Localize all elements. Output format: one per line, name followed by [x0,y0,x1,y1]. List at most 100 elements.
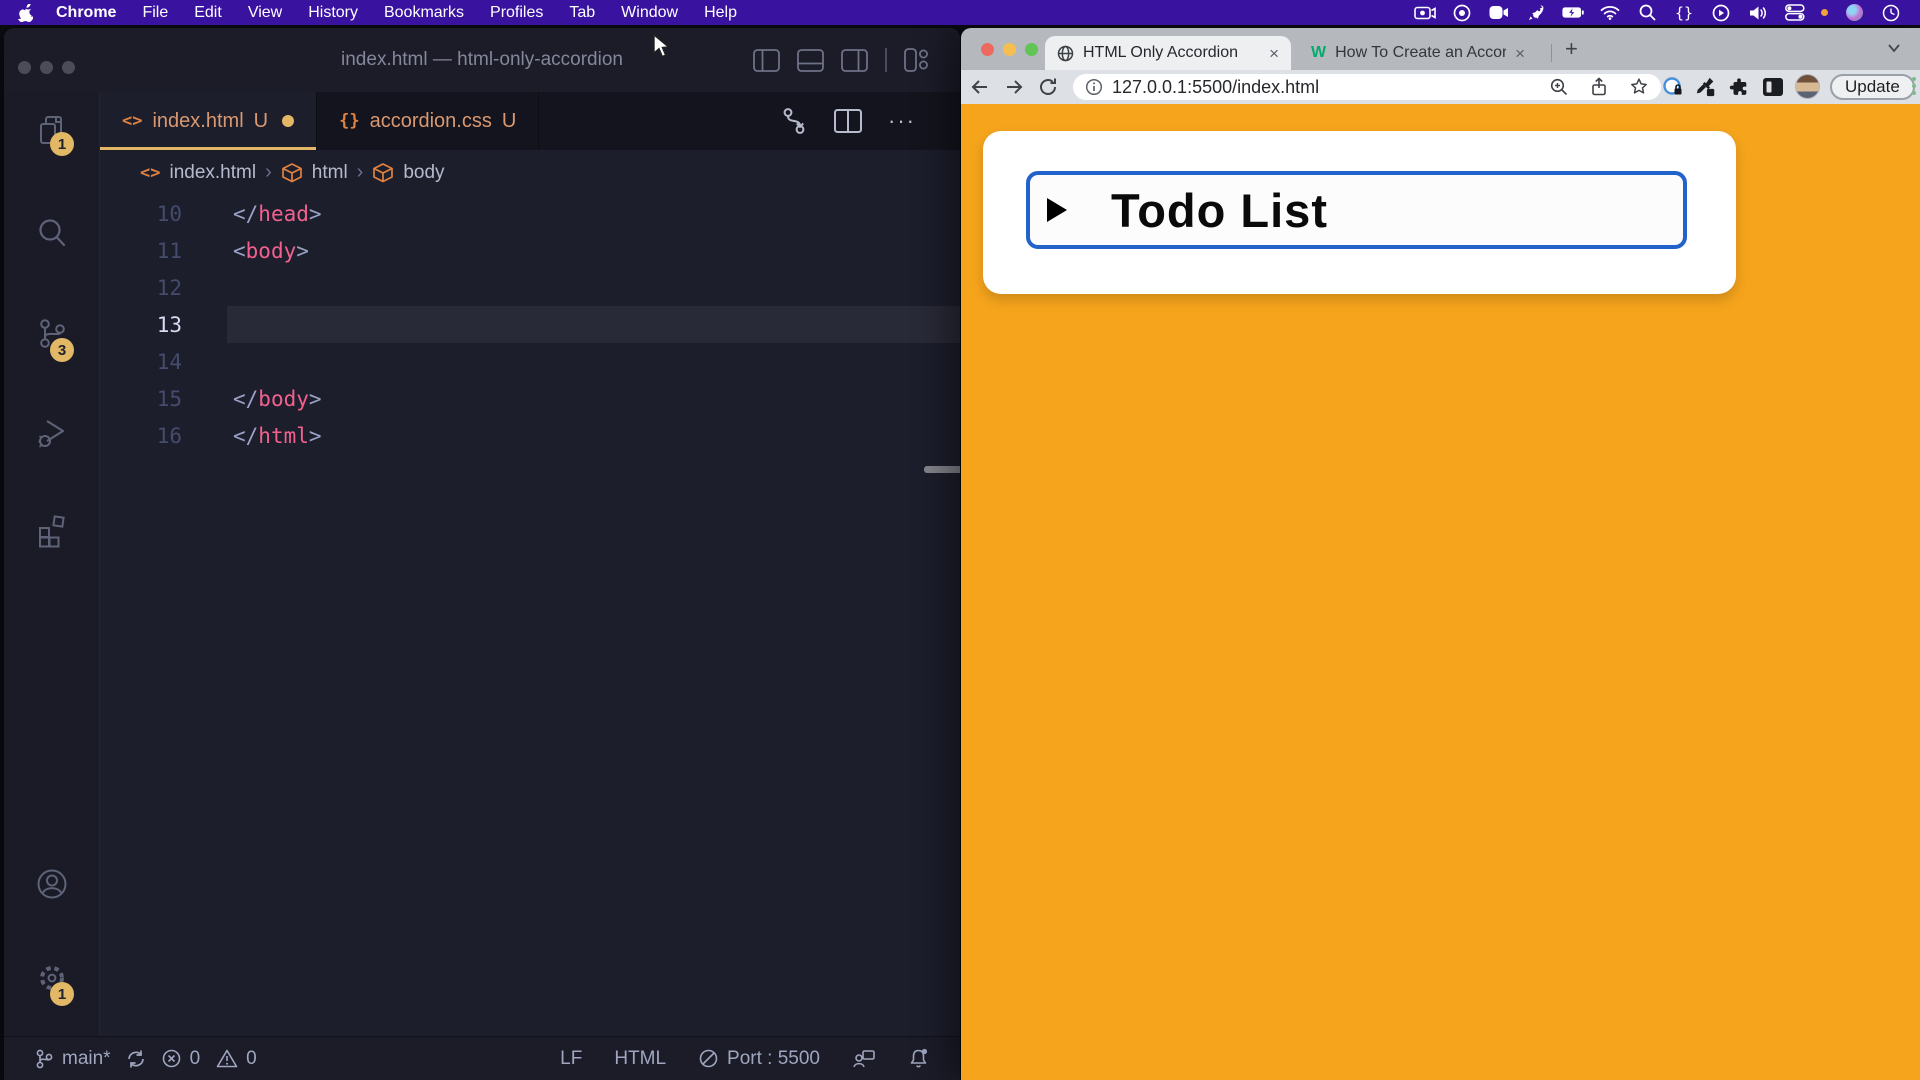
screen-camera-icon[interactable] [1414,3,1436,23]
zoom-icon[interactable] [1549,77,1569,97]
share-icon[interactable] [1589,77,1609,97]
chrome-tab-w3schools[interactable]: W How To Create an Accordion × [1299,36,1537,70]
tab-divider [1551,44,1552,62]
port-icon [698,1048,719,1069]
breadcrumb-body[interactable]: body [403,162,444,184]
sync-changes-item[interactable] [125,1048,147,1070]
code-line-16: 16</html> [100,417,960,454]
eol-indicator[interactable]: LF [560,1048,582,1070]
code-line-11: 11<body> [100,232,960,269]
minimize-window-button[interactable] [40,61,53,74]
chrome-toolbar: 127.0.0.1:5500/index.html Update [961,70,1920,104]
bookmark-star-icon[interactable] [1629,77,1649,97]
zoom-window-button[interactable] [62,61,75,74]
macos-menu-bar: Chrome File Edit View History Bookmarks … [0,0,1920,25]
reload-button[interactable] [1037,76,1059,98]
vscode-window: index.html — html-only-accordion 1 [4,28,960,1080]
customize-layout-icon[interactable] [904,48,930,72]
live-server-port[interactable]: Port : 5500 [698,1048,820,1070]
zoom-window-button[interactable] [1025,43,1038,56]
volume-icon[interactable] [1747,3,1769,23]
account-icon[interactable] [34,866,70,902]
git-status: U [502,110,516,133]
clock-icon[interactable] [1880,3,1902,23]
video-camera-icon[interactable] [1488,3,1510,23]
sync-icon [125,1048,147,1070]
privacy-extension-icon[interactable] [1662,76,1684,98]
toggle-panel-icon[interactable] [797,49,824,72]
breadcrumb-html[interactable]: html [312,162,348,184]
language-mode[interactable]: HTML [614,1048,666,1070]
update-chrome-button[interactable]: Update [1830,74,1915,100]
modified-dot-icon[interactable] [282,115,294,127]
tab-accordion-css[interactable]: {} accordion.css U [317,92,539,150]
menu-item-history[interactable]: History [295,4,371,22]
url-text[interactable]: 127.0.0.1:5500/index.html [1112,77,1319,98]
tab-index-html[interactable]: <> index.html U [100,92,317,150]
braces-icon[interactable]: {} [1673,3,1695,23]
open-changes-icon[interactable] [780,106,808,136]
toggle-secondary-sidebar-icon[interactable] [841,49,868,72]
tab-title: How To Create an Accordion [1335,44,1506,62]
toggle-primary-sidebar-icon[interactable] [753,49,780,72]
record-circle-icon[interactable] [1451,3,1473,23]
menu-item-view[interactable]: View [235,4,295,22]
apple-menu[interactable] [12,4,43,22]
menu-item-file[interactable]: File [129,4,181,22]
code-line-10: 10</head> [100,195,960,232]
rocket-icon[interactable] [1525,3,1547,23]
side-panel-icon[interactable] [1762,76,1784,98]
close-window-button[interactable] [18,61,31,74]
chrome-tab-active[interactable]: HTML Only Accordion × [1045,36,1291,70]
site-info-icon[interactable] [1085,78,1103,96]
menu-item-bookmarks[interactable]: Bookmarks [371,4,477,22]
minimize-window-button[interactable] [1003,43,1016,56]
close-window-button[interactable] [981,43,994,56]
vscode-title-bar[interactable]: index.html — html-only-accordion [4,28,960,92]
problems-item[interactable]: 0 0 [161,1048,257,1070]
extensions-icon[interactable] [35,514,69,548]
siri-icon[interactable] [1843,3,1865,23]
code-editor[interactable]: 10</head> 11<body> 12 13 14 15</body> 16… [100,195,960,1036]
chrome-window: HTML Only Accordion × W How To Create an… [961,28,1920,1080]
menu-item-window[interactable]: Window [608,4,691,22]
control-center-icon[interactable] [1784,3,1806,23]
tab-search-chevron-icon[interactable] [1886,42,1902,54]
menu-item-edit[interactable]: Edit [181,4,235,22]
profile-avatar[interactable] [1795,74,1820,99]
apple-icon [18,4,33,22]
address-bar[interactable]: 127.0.0.1:5500/index.html [1073,74,1661,100]
colorpicker-extension-icon[interactable] [1695,76,1717,98]
run-debug-icon[interactable] [35,416,69,450]
breadcrumb-file[interactable]: index.html [169,162,256,184]
html-file-icon: <> [122,111,142,131]
live-share-icon[interactable] [852,1048,876,1070]
forward-button[interactable] [1003,76,1025,98]
tab-title: HTML Only Accordion [1083,44,1260,62]
back-button[interactable] [969,76,991,98]
editor-tab-bar: <> index.html U {} accordion.css U [100,92,960,150]
menu-bar-status-icons: {} [1414,3,1908,23]
more-actions-icon[interactable]: ··· [888,108,916,134]
new-tab-button[interactable]: + [1565,40,1578,58]
menu-item-profiles[interactable]: Profiles [477,4,556,22]
menu-item-help[interactable]: Help [691,4,750,22]
git-branch-item[interactable]: main* [34,1048,111,1070]
search-icon[interactable] [35,216,69,250]
notifications-bell-icon[interactable] [908,1047,930,1070]
wifi-icon[interactable] [1599,3,1621,23]
accordion-summary[interactable]: Todo List [1026,171,1687,249]
code-line-15: 15</body> [100,380,960,417]
play-circle-icon[interactable] [1710,3,1732,23]
tab-close-icon[interactable]: × [1269,45,1279,62]
menu-item-chrome[interactable]: Chrome [43,4,129,22]
split-editor-icon[interactable] [834,109,862,133]
chrome-tab-strip: HTML Only Accordion × W How To Create an… [961,28,1920,70]
battery-charging-icon[interactable] [1562,3,1584,23]
sash-handle[interactable] [924,466,960,473]
extensions-puzzle-icon[interactable] [1728,76,1750,98]
spotlight-search-icon[interactable] [1636,3,1658,23]
chrome-menu-icon[interactable] [1912,77,1916,95]
menu-item-tab[interactable]: Tab [556,4,608,22]
tab-close-icon[interactable]: × [1515,45,1525,62]
